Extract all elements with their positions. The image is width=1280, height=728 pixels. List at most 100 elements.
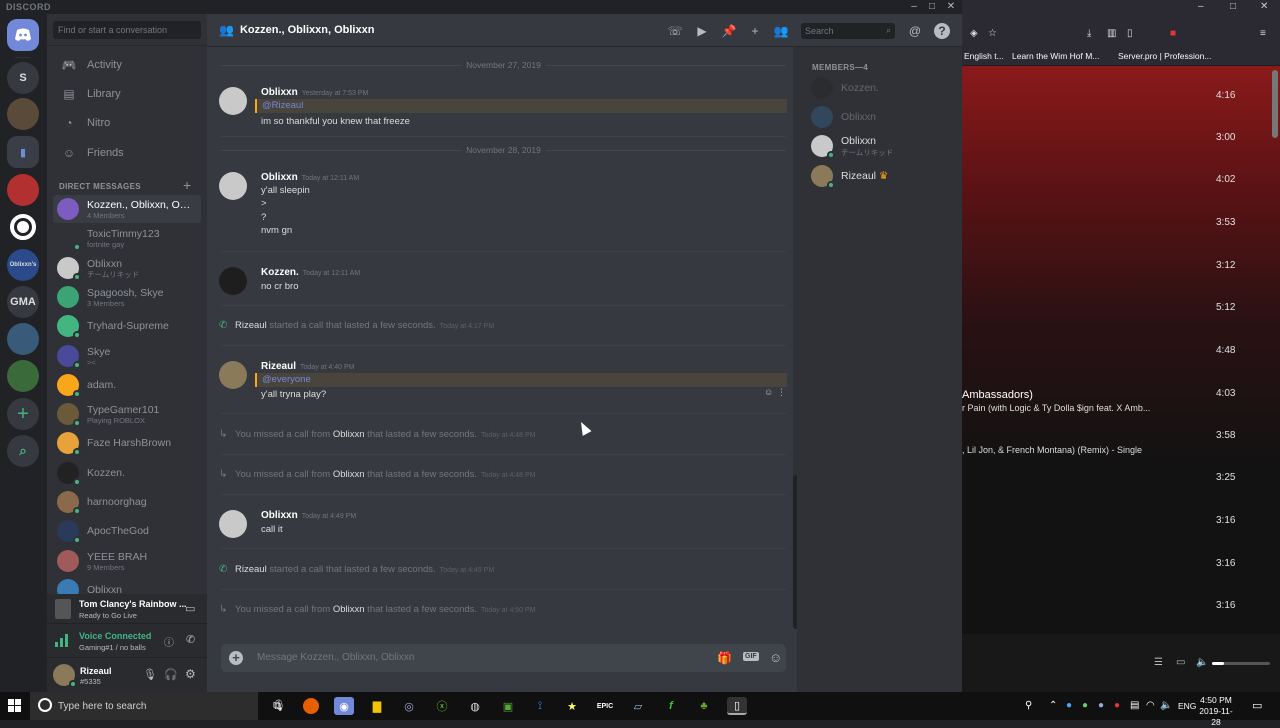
tray-steam-icon[interactable]: ● (1098, 700, 1104, 711)
dm-search-input[interactable]: Find or start a conversation (53, 21, 201, 39)
file-explorer-icon[interactable]: ▇ (367, 697, 387, 715)
notepad-icon[interactable]: ▱ (628, 697, 648, 715)
extension-icon[interactable]: ■ (1170, 28, 1176, 39)
minimize-icon[interactable]: – (904, 0, 924, 14)
message-author[interactable]: Kozzen. Today at 12:11 AM (261, 267, 360, 278)
f-app-icon[interactable]: f (661, 697, 681, 715)
browser-scrollbar[interactable] (1272, 70, 1278, 138)
member-list-icon[interactable]: 👥 (773, 23, 789, 39)
member-item[interactable]: Kozzen. (811, 74, 956, 102)
library-icon[interactable]: ▥ (1107, 28, 1116, 39)
firefox-icon[interactable] (303, 698, 319, 714)
message-author[interactable]: Rizeaul Today at 4:40 PM (261, 361, 355, 372)
dm-item[interactable]: Kozzen., Oblixxn, Obl... 4 Members (53, 195, 201, 223)
gift-icon[interactable]: 🎁 (717, 651, 732, 665)
member-item[interactable]: Rizeaul ♛ (811, 162, 956, 190)
upload-plus-icon[interactable]: + (229, 651, 243, 665)
nav-library[interactable]: ▤ Library (53, 81, 201, 107)
volume-icon[interactable]: 🔈 (1196, 657, 1208, 668)
windows-start-icon[interactable] (0, 692, 30, 720)
network-icon[interactable]: ▤ (1130, 700, 1139, 711)
tray-app-icon[interactable]: ● (1082, 700, 1088, 711)
member-item[interactable]: Oblixxn チームリキッド (811, 132, 956, 160)
call-user[interactable]: Oblixxn (333, 429, 365, 440)
battlenet-icon[interactable]: ⟟ (530, 697, 550, 715)
info-icon[interactable]: ⓘ (164, 634, 174, 649)
start-call-icon[interactable]: ☏ (667, 23, 683, 39)
pocket-icon[interactable]: ◈ (970, 28, 978, 39)
message-author[interactable]: Oblixxn Today at 4:49 PM (261, 510, 356, 521)
headphones-icon[interactable]: 🎧 (164, 668, 178, 681)
disconnect-icon[interactable]: ✆ (186, 633, 195, 646)
avatar[interactable] (219, 361, 247, 389)
more-options-icon[interactable]: ⋮ (777, 387, 786, 398)
message-author[interactable]: Oblixxn Yesterday at 7:53 PM (261, 87, 368, 98)
discord-taskbar-icon[interactable]: ◉ (334, 697, 354, 715)
emoji-icon[interactable]: ☺ (769, 650, 782, 665)
server-s[interactable]: S (7, 62, 39, 94)
bookmark-star-icon[interactable]: ☆ (988, 28, 997, 39)
avatar[interactable] (219, 172, 247, 200)
queue-icon[interactable]: ☰ (1154, 657, 1163, 668)
dm-item[interactable]: adam. (53, 371, 201, 399)
browser-minimize-icon[interactable]: – (1198, 1, 1204, 12)
dm-item[interactable]: Faze HarshBrown (53, 429, 201, 457)
speaker-icon[interactable]: 🔈 (1160, 700, 1172, 711)
language-indicator[interactable]: ENG (1178, 701, 1196, 711)
obs-icon[interactable]: ◍ (465, 697, 485, 715)
dm-item[interactable]: Oblixxn チームリキッド (53, 254, 201, 282)
pin-icon[interactable]: 📌 (721, 23, 737, 39)
add-server-icon[interactable]: + (7, 398, 39, 430)
device-icon[interactable]: ▭ (1176, 657, 1185, 668)
epic-games-icon[interactable]: EPIC (595, 697, 615, 715)
bookmark-item[interactable]: English t... (964, 51, 1004, 61)
settings-gear-icon[interactable]: ⚙ (185, 667, 196, 681)
help-icon[interactable]: ? (934, 23, 950, 39)
server-oblixxn[interactable]: Oblixxn's (7, 249, 39, 281)
dm-item[interactable]: harnoorghag (53, 488, 201, 516)
gif-icon[interactable]: GIF (743, 652, 759, 661)
explore-search-icon[interactable]: ⌕ (7, 435, 39, 467)
avatar[interactable] (219, 87, 247, 115)
dm-item[interactable]: Spagoosh, Skye 3 Members (53, 283, 201, 311)
track-title[interactable]: r Pain (with Logic & Ty Dolla $ign feat.… (962, 403, 1150, 413)
server-green[interactable] (7, 360, 39, 392)
call-user[interactable]: Oblixxn (333, 604, 365, 615)
steam-icon[interactable]: ◎ (399, 697, 419, 715)
dm-item[interactable]: Skye >< (53, 342, 201, 370)
people-icon[interactable]: ⚲ (1025, 700, 1032, 711)
dm-item[interactable]: ToxicTimmy123 fortnite gay (53, 224, 201, 252)
tray-app-icon[interactable]: ● (1066, 700, 1072, 711)
member-item[interactable]: Oblixxn (811, 103, 956, 131)
taskbar-search-input[interactable]: Type here to search 🎙 (30, 692, 286, 720)
server-white-ring[interactable] (7, 211, 39, 243)
nav-nitro[interactable]: ◔ Nitro (53, 110, 201, 136)
voice-channel[interactable]: Gaming#1 / no balls (79, 643, 146, 652)
task-view-icon[interactable]: ⧉ (267, 697, 287, 715)
tree-app-icon[interactable]: ♣ (694, 697, 714, 715)
tray-app-icon[interactable]: ● (1114, 700, 1120, 711)
mentions-icon[interactable]: @ (907, 23, 923, 39)
server-blue[interactable] (7, 323, 39, 355)
nav-activity[interactable]: 🎮 Activity (53, 52, 201, 78)
call-user[interactable]: Rizeaul (235, 564, 267, 575)
add-friend-icon[interactable]: + (747, 23, 763, 39)
maximize-icon[interactable]: □ (922, 0, 942, 14)
dm-item[interactable]: Kozzen. (53, 459, 201, 487)
avatar[interactable] (219, 267, 247, 295)
create-dm-icon[interactable]: + (183, 177, 191, 193)
notification-icon[interactable]: ▭ (1252, 699, 1262, 712)
avatar[interactable] (219, 510, 247, 538)
home-discord-icon[interactable] (7, 19, 39, 51)
user-avatar[interactable] (53, 664, 77, 688)
dm-item[interactable]: TypeGamer101 Playing ROBLOX (53, 400, 201, 428)
server-gma[interactable]: GMA (7, 286, 39, 318)
add-reaction-icon[interactable]: ☺ (764, 387, 773, 397)
download-icon[interactable]: ⤓ (1087, 28, 1091, 39)
go-live-icon[interactable]: ▭ (185, 602, 195, 615)
menu-icon[interactable]: ≡ (1260, 28, 1266, 39)
server-red[interactable] (7, 174, 39, 206)
bookmark-item[interactable]: Learn the Wim Hof M... (1012, 51, 1099, 61)
track-title[interactable]: , Lil Jon, & French Montana) (Remix) - S… (962, 445, 1142, 455)
xbox-icon[interactable]: ⓧ (432, 697, 452, 715)
